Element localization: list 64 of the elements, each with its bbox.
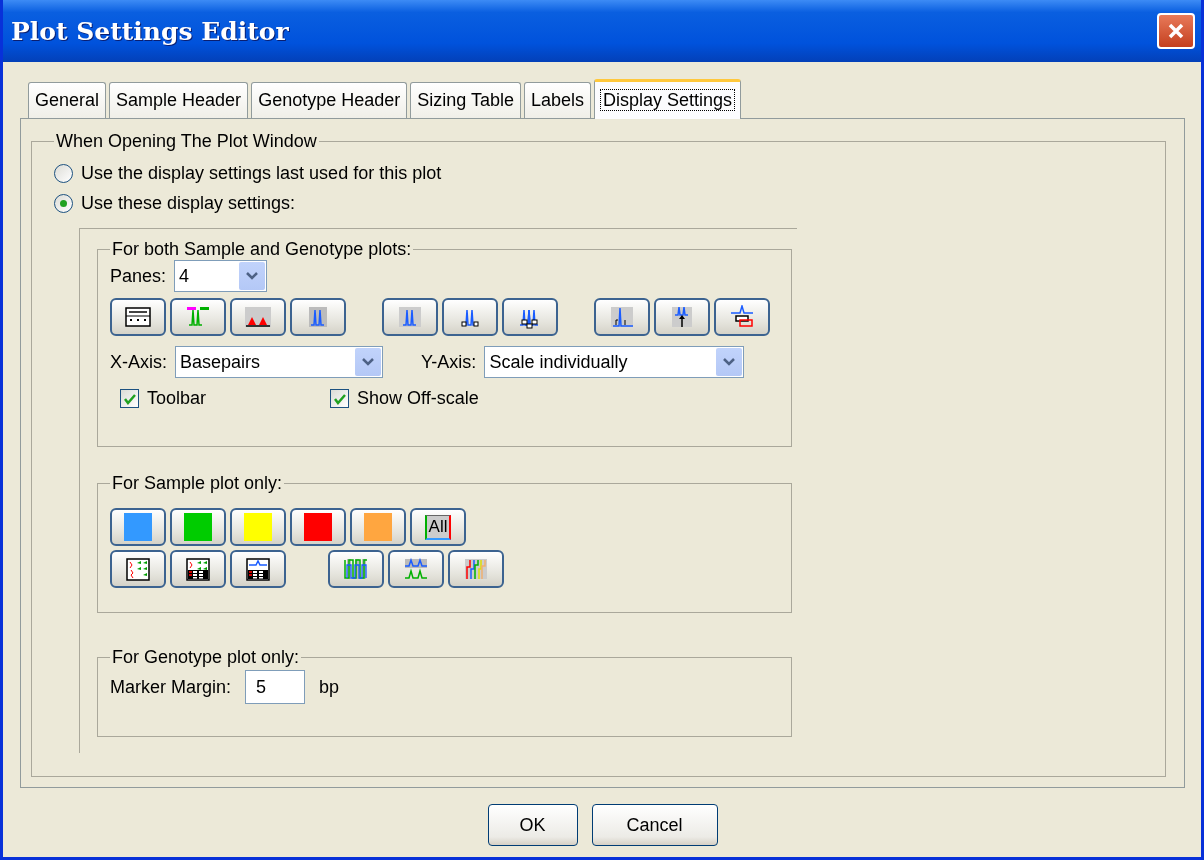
close-button[interactable] [1157, 13, 1195, 49]
toolbar-button[interactable] [230, 550, 286, 588]
toolbar-button[interactable] [290, 298, 346, 336]
checkbox-label: Toolbar [147, 388, 207, 409]
tab[interactable]: Labels [523, 82, 591, 118]
close-icon [1166, 21, 1186, 41]
scatter-table-icon [123, 557, 153, 581]
toolbar-button[interactable] [654, 298, 710, 336]
toolbar-button[interactable] [170, 550, 226, 588]
triangles-icon [243, 305, 273, 329]
color-button[interactable] [290, 508, 346, 546]
toolbar-button[interactable] [110, 550, 166, 588]
tab[interactable]: Display Settings [594, 79, 742, 119]
x-axis-dropdown[interactable]: Basepairs [175, 346, 383, 378]
toolbar-button[interactable] [448, 550, 504, 588]
group-label: For both Sample and Genotype plots: [111, 239, 413, 260]
y-axis-dropdown[interactable]: Scale individually [484, 346, 745, 378]
unit-label: bp [319, 676, 340, 698]
color-button[interactable] [230, 508, 286, 546]
toolbar-button[interactable] [442, 298, 498, 336]
group-label: For Genotype plot only: [111, 647, 301, 668]
checkbox[interactable] [120, 389, 139, 408]
chevron-down-icon [361, 357, 375, 367]
scatter-table-icon [183, 557, 213, 581]
window-title: Plot Settings Editor [11, 16, 289, 46]
radio-button[interactable] [54, 193, 73, 213]
color-button[interactable] [350, 508, 406, 546]
toolbar-button[interactable] [382, 298, 438, 336]
radio-label: Use the display settings last used for this plot [81, 162, 442, 184]
radio-option[interactable]: Use the display settings last used for this plot [54, 158, 1165, 188]
tab[interactable]: Genotype Header [251, 82, 408, 118]
toolbar-button[interactable] [170, 298, 226, 336]
color-button[interactable] [110, 508, 166, 546]
radio-button[interactable] [54, 163, 73, 183]
toolbar-button[interactable] [388, 550, 444, 588]
checkbox[interactable] [330, 389, 349, 408]
toolbar-button[interactable] [714, 298, 770, 336]
tab[interactable]: General [28, 82, 107, 118]
dialog-button[interactable]: Cancel [591, 804, 718, 846]
table-icon [123, 305, 153, 329]
chevron-down-icon [245, 271, 260, 281]
trace-table-icon [243, 557, 273, 581]
group-label: When Opening The Plot Window [55, 131, 318, 152]
tab[interactable]: Sizing Table [410, 82, 521, 118]
tab[interactable]: Sample Header [109, 82, 249, 118]
chevron-down-icon [722, 357, 737, 367]
field-label: Y-Axis: [421, 351, 477, 373]
panes-dropdown[interactable]: 4 [174, 260, 268, 292]
field-label: X-Axis: [110, 351, 167, 373]
group-label: For Sample plot only: [111, 473, 284, 494]
toolbar-button[interactable] [230, 298, 286, 336]
radio-option[interactable]: Use these display settings: [54, 188, 1165, 218]
toolbar-button[interactable] [110, 298, 166, 336]
dialog-button[interactable]: OK [487, 804, 578, 846]
margin-field[interactable]: 5 [245, 670, 306, 704]
toolbar-button[interactable] [594, 298, 650, 336]
color-button[interactable] [170, 508, 226, 546]
checkbox-label: Show Off-scale [357, 388, 479, 409]
field-label: Panes: [110, 265, 167, 287]
toolbar-button[interactable] [328, 550, 384, 588]
toolbar-button[interactable] [502, 298, 558, 336]
all-colors-button[interactable]: All [410, 508, 466, 546]
radio-label: Use these display settings: [81, 192, 296, 214]
field-label: Marker Margin: [110, 676, 232, 698]
